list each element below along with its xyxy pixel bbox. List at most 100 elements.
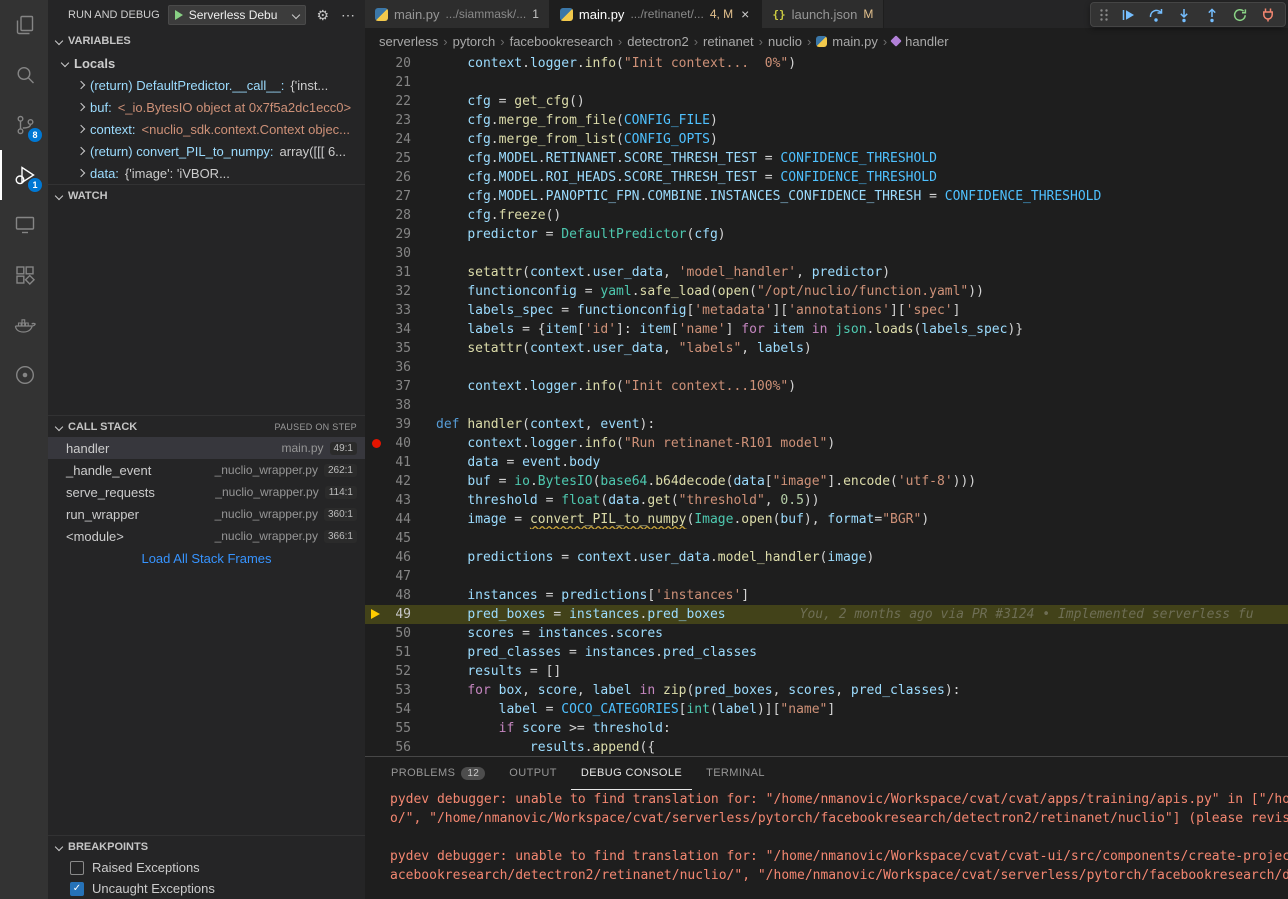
gutter-glyph[interactable]: [365, 491, 387, 510]
breakpoint-item[interactable]: Raised Exceptions: [48, 857, 365, 878]
breakpoint-icon[interactable]: [372, 439, 381, 448]
code-line[interactable]: 56 results.append({: [365, 738, 1288, 756]
call-stack-section-header[interactable]: CALL STACK PAUSED ON STEP: [48, 415, 365, 437]
code-line[interactable]: 51 pred_classes = instances.pred_classes: [365, 643, 1288, 662]
gutter-glyph[interactable]: [365, 206, 387, 225]
code-line[interactable]: 25 cfg.MODEL.RETINANET.SCORE_THRESH_TEST…: [365, 149, 1288, 168]
gutter-glyph[interactable]: [365, 567, 387, 586]
code-editor[interactable]: 20 context.logger.info("Init context... …: [365, 54, 1288, 756]
gutter-glyph[interactable]: [365, 681, 387, 700]
watch-section-header[interactable]: WATCH: [48, 184, 365, 206]
code-line[interactable]: 22 cfg = get_cfg(): [365, 92, 1288, 111]
code-line[interactable]: 31 setattr(context.user_data, 'model_han…: [365, 263, 1288, 282]
variable-row[interactable]: (return) convert_PIL_to_numpy:array([[[ …: [48, 140, 365, 162]
launch-config-dropdown[interactable]: Serverless Debu: [168, 5, 307, 25]
code-line[interactable]: 28 cfg.freeze(): [365, 206, 1288, 225]
code-line[interactable]: 40 context.logger.info("Run retinanet-R1…: [365, 434, 1288, 453]
gutter-glyph[interactable]: [365, 339, 387, 358]
gutter-glyph[interactable]: [365, 73, 387, 92]
continue-button[interactable]: [1117, 4, 1139, 26]
code-line[interactable]: 32 functionconfig = yaml.safe_load(open(…: [365, 282, 1288, 301]
gutter-glyph[interactable]: [365, 700, 387, 719]
code-line[interactable]: 55 if score >= threshold:: [365, 719, 1288, 738]
close-icon[interactable]: ×: [739, 6, 751, 22]
editor-tab[interactable]: main.py.../siammask/...1: [365, 0, 550, 28]
code-line[interactable]: 23 cfg.merge_from_file(CONFIG_FILE): [365, 111, 1288, 130]
code-line[interactable]: 21: [365, 73, 1288, 92]
variable-row[interactable]: context:<nuclio_sdk.context.Context obje…: [48, 118, 365, 140]
checkbox[interactable]: [70, 861, 84, 875]
gutter-glyph[interactable]: [365, 719, 387, 738]
gutter-glyph[interactable]: [365, 320, 387, 339]
gutter-glyph[interactable]: [365, 453, 387, 472]
gutter-glyph[interactable]: [365, 92, 387, 111]
code-line[interactable]: 30: [365, 244, 1288, 263]
gutter-glyph[interactable]: [365, 225, 387, 244]
more-actions-icon[interactable]: ⋯: [339, 7, 357, 24]
load-all-stack-frames-link[interactable]: Load All Stack Frames: [48, 547, 365, 569]
code-line[interactable]: 54 label = COCO_CATEGORIES[int(label)]["…: [365, 700, 1288, 719]
code-line[interactable]: 52 results = []: [365, 662, 1288, 681]
gutter-glyph[interactable]: [365, 54, 387, 73]
code-line[interactable]: 46 predictions = context.user_data.model…: [365, 548, 1288, 567]
variable-row[interactable]: (return) DefaultPredictor.__call__:{'ins…: [48, 74, 365, 96]
breakpoints-section-header[interactable]: BREAKPOINTS: [48, 835, 365, 857]
variable-row[interactable]: buf:<_io.BytesIO object at 0x7f5a2dc1ecc…: [48, 96, 365, 118]
code-line[interactable]: 48 instances = predictions['instances']: [365, 586, 1288, 605]
code-line[interactable]: 29 predictor = DefaultPredictor(cfg): [365, 225, 1288, 244]
breadcrumb-item[interactable]: nuclio: [768, 34, 802, 49]
start-debugging-icon[interactable]: [175, 10, 183, 20]
checkbox[interactable]: ✓: [70, 882, 84, 896]
gutter-glyph[interactable]: [365, 434, 387, 453]
activity-item-search[interactable]: [0, 50, 48, 100]
code-line[interactable]: 20 context.logger.info("Init context... …: [365, 54, 1288, 73]
code-line[interactable]: 44 image = convert_PIL_to_numpy(Image.op…: [365, 510, 1288, 529]
gutter-glyph[interactable]: [365, 396, 387, 415]
gutter-glyph[interactable]: [365, 244, 387, 263]
panel-tab-problems[interactable]: PROBLEMS12: [381, 757, 495, 790]
breadcrumb-item[interactable]: pytorch: [453, 34, 496, 49]
gutter-glyph[interactable]: [365, 377, 387, 396]
breadcrumb-item[interactable]: retinanet: [703, 34, 754, 49]
activity-item-extensions[interactable]: [0, 250, 48, 300]
panel-tab-terminal[interactable]: TERMINAL: [696, 757, 775, 790]
step-over-button[interactable]: [1145, 4, 1167, 26]
code-line[interactable]: 45: [365, 529, 1288, 548]
code-line[interactable]: 33 labels_spec = functionconfig['metadat…: [365, 301, 1288, 320]
code-line[interactable]: 53 for box, score, label in zip(pred_box…: [365, 681, 1288, 700]
gutter-glyph[interactable]: [365, 548, 387, 567]
activity-item-explorer[interactable]: [0, 0, 48, 50]
breakpoint-item[interactable]: ✓Uncaught Exceptions: [48, 878, 365, 899]
code-line[interactable]: 47: [365, 567, 1288, 586]
gutter-glyph[interactable]: [365, 130, 387, 149]
gutter-glyph[interactable]: [365, 415, 387, 434]
breadcrumb-item[interactable]: serverless: [379, 34, 438, 49]
stack-frame[interactable]: _handle_event_nuclio_wrapper.py262:1: [48, 459, 365, 481]
code-line[interactable]: 41 data = event.body: [365, 453, 1288, 472]
gutter-glyph[interactable]: [365, 187, 387, 206]
activity-item-remote-explorer[interactable]: [0, 200, 48, 250]
step-into-button[interactable]: [1173, 4, 1195, 26]
gutter-glyph[interactable]: [365, 586, 387, 605]
gutter-glyph[interactable]: [365, 510, 387, 529]
gutter-glyph[interactable]: [365, 529, 387, 548]
disconnect-button[interactable]: [1257, 4, 1279, 26]
breadcrumb-item[interactable]: facebookresearch: [510, 34, 613, 49]
gutter-glyph[interactable]: [365, 301, 387, 320]
step-out-button[interactable]: [1201, 4, 1223, 26]
gutter-glyph[interactable]: [365, 624, 387, 643]
code-line[interactable]: 38: [365, 396, 1288, 415]
code-line[interactable]: 26 cfg.MODEL.ROI_HEADS.SCORE_THRESH_TEST…: [365, 168, 1288, 187]
gutter-glyph[interactable]: [365, 149, 387, 168]
gutter-glyph[interactable]: [365, 472, 387, 491]
activity-item-docker[interactable]: [0, 300, 48, 350]
code-line[interactable]: 24 cfg.merge_from_list(CONFIG_OPTS): [365, 130, 1288, 149]
code-line[interactable]: 27 cfg.MODEL.PANOPTIC_FPN.COMBINE.INSTAN…: [365, 187, 1288, 206]
breadcrumb-item[interactable]: detectron2: [627, 34, 688, 49]
breadcrumb-item[interactable]: main.py: [816, 34, 878, 49]
code-line[interactable]: 35 setattr(context.user_data, "labels", …: [365, 339, 1288, 358]
gutter-glyph[interactable]: [365, 738, 387, 756]
breadcrumb-item[interactable]: handler: [892, 34, 948, 49]
code-line[interactable]: 49 pred_boxes = instances.pred_boxesYou,…: [365, 605, 1288, 624]
code-line[interactable]: 50 scores = instances.scores: [365, 624, 1288, 643]
